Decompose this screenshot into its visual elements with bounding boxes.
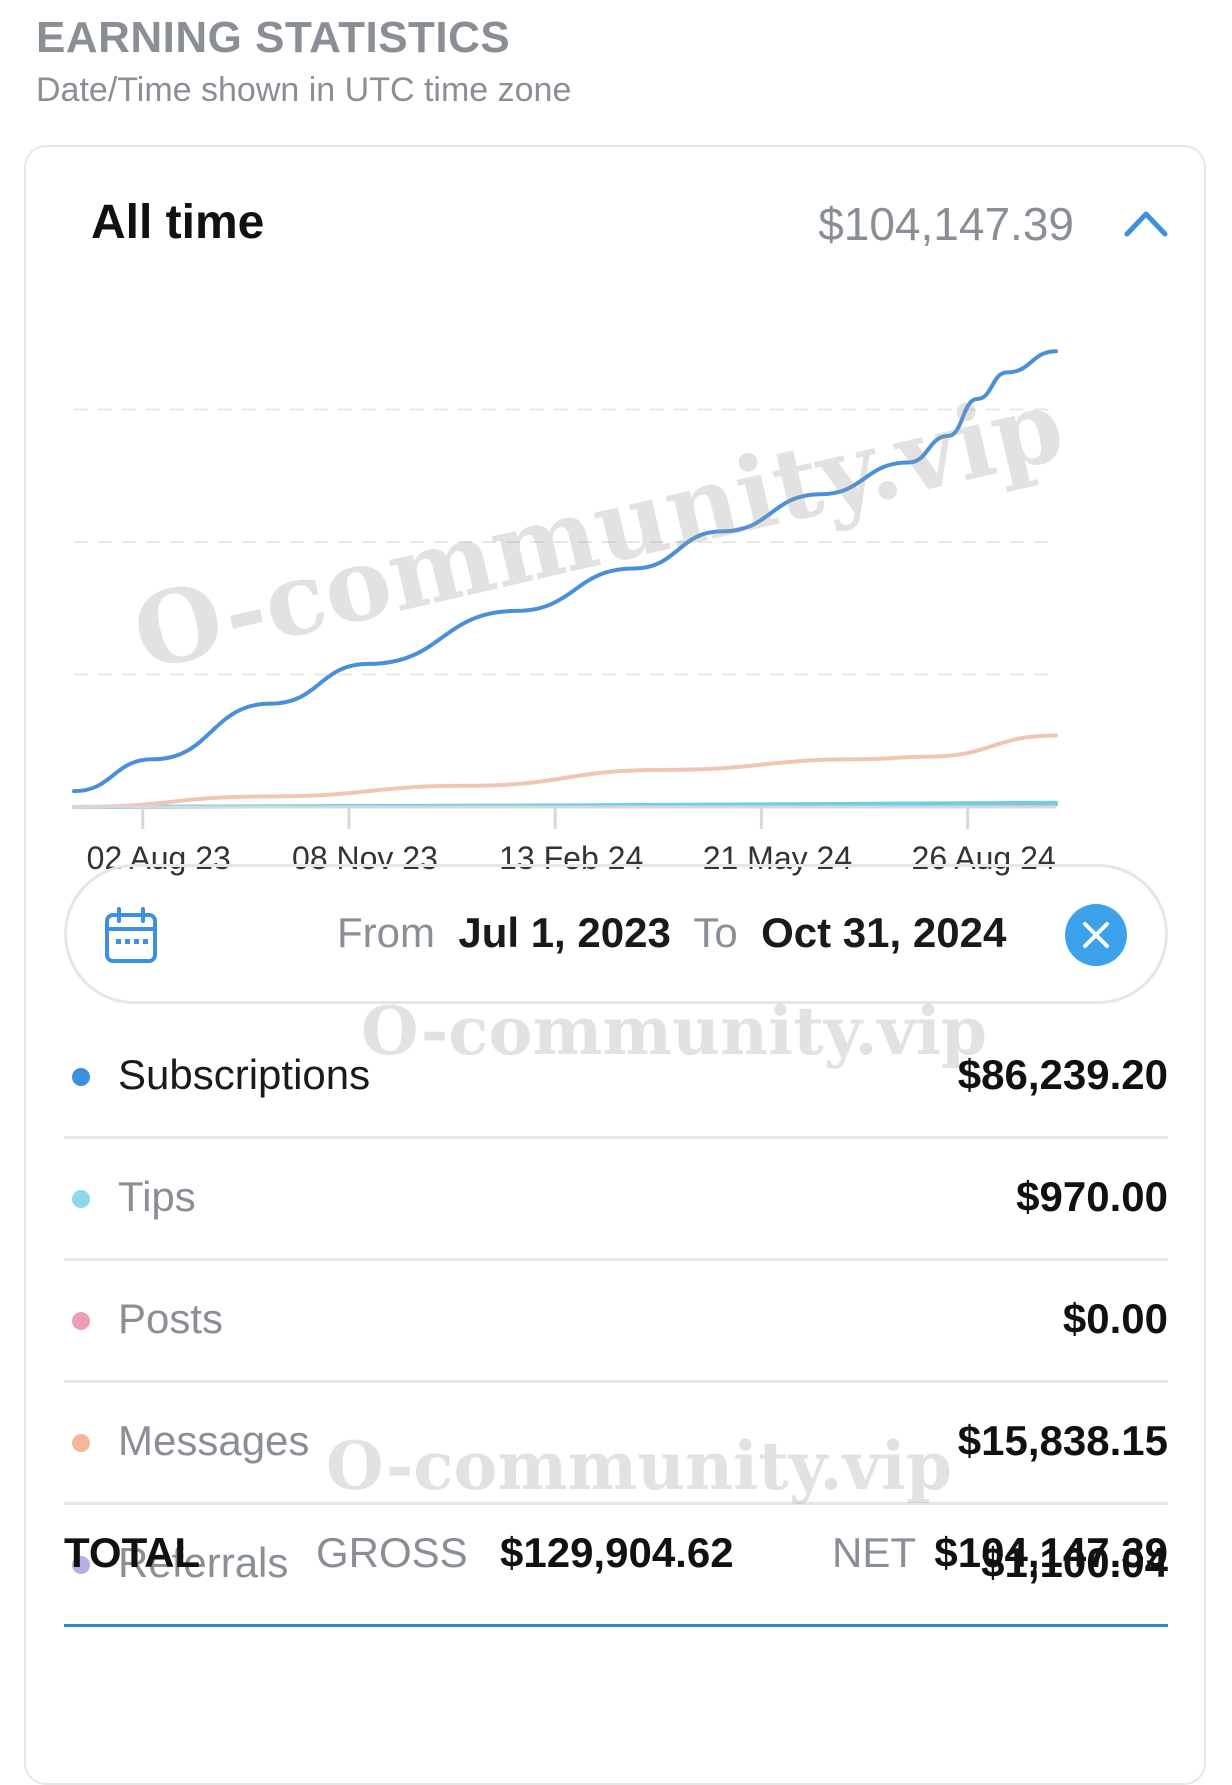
to-date[interactable]: Oct 31, 2024 [761, 909, 1006, 956]
date-range-picker[interactable]: From Jul 1, 2023 To Oct 31, 2024 [64, 864, 1168, 1004]
category-name: Posts [118, 1295, 224, 1342]
gross-label: GROSS [316, 1529, 468, 1576]
legend-dot [72, 1433, 90, 1452]
close-icon [1083, 922, 1109, 948]
legend-dot [72, 1311, 90, 1330]
totals-row: TOTAL GROSS $129,904.62 NET $104,147.39 [64, 1517, 1168, 1597]
category-name: Tips [118, 1173, 196, 1220]
category-row-posts[interactable]: Posts $0.00 [64, 1261, 1168, 1383]
earnings-card: All time $104,147.39 02 Aug 23 08 Nov 23 1… [24, 145, 1206, 1785]
net-value: $104,147.39 [934, 1529, 1168, 1576]
period-total: $104,147.39 [818, 198, 1074, 250]
category-name: Messages [118, 1417, 310, 1464]
to-label: To [693, 909, 738, 956]
category-row-subscriptions[interactable]: Subscriptions $86,239.20 [64, 1017, 1168, 1139]
from-date[interactable]: Jul 1, 2023 [458, 909, 670, 956]
period-label: All time [91, 196, 265, 249]
category-row-tips[interactable]: Tips $970.00 [64, 1139, 1168, 1261]
date-range-text[interactable]: From Jul 1, 2023 To Oct 31, 2024 [337, 909, 1006, 957]
total-label: TOTAL [64, 1529, 201, 1576]
page-header: EARNING STATISTICS Date/Time shown in UT… [36, 12, 571, 110]
calendar-icon[interactable] [103, 905, 159, 970]
gross-value: $129,904.62 [500, 1529, 734, 1576]
from-label: From [337, 909, 435, 956]
category-amount: $15,838.15 [957, 1417, 1168, 1464]
category-amount: $86,239.20 [957, 1051, 1168, 1098]
chevron-up-icon [1124, 211, 1168, 237]
category-row-messages[interactable]: Messages $15,838.15 [64, 1383, 1168, 1505]
category-amount: $0.00 [1062, 1295, 1168, 1342]
collapse-button[interactable] [1118, 199, 1174, 247]
category-amount: $970.00 [1016, 1173, 1168, 1220]
card-header[interactable]: All time $104,147.39 [26, 147, 1204, 307]
category-name: Subscriptions [118, 1051, 371, 1098]
clear-dates-button[interactable] [1065, 904, 1127, 966]
series-line [72, 733, 1058, 809]
legend-dot [72, 1067, 90, 1086]
net-label: NET [832, 1529, 916, 1576]
series-line [72, 349, 1058, 794]
page-title: EARNING STATISTICS [36, 13, 511, 62]
page-subtitle: Date/Time shown in UTC time zone [36, 71, 572, 109]
legend-dot [72, 1189, 90, 1208]
